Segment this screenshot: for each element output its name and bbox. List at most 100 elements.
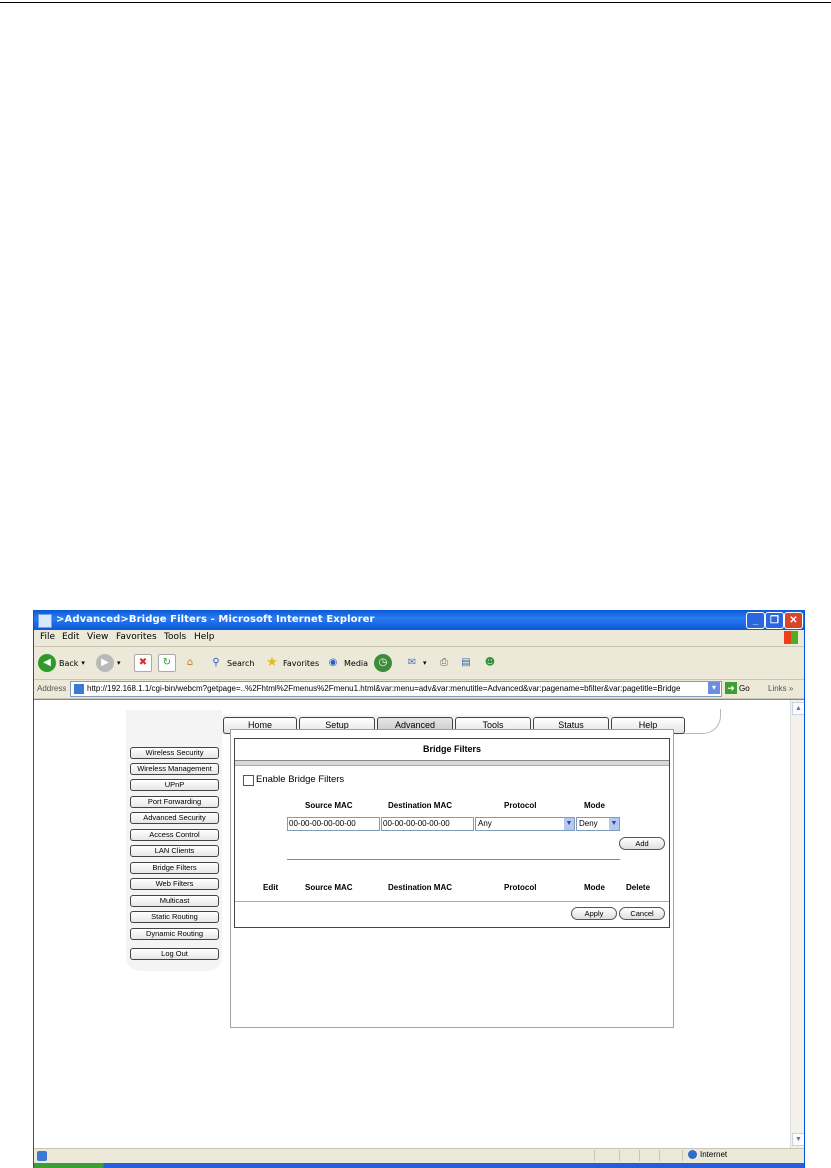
- header-destination-mac: Destination MAC: [388, 801, 452, 810]
- menu-favorites[interactable]: Favorites: [116, 632, 157, 642]
- security-zone: Internet: [688, 1150, 727, 1159]
- address-dropdown-icon[interactable]: ▾: [708, 682, 720, 694]
- edit-page-icon: ▤: [461, 657, 471, 668]
- media-button[interactable]: ◉ Media: [325, 653, 368, 673]
- address-url: http://192.168.1.1/cgi-bin/webcm?getpage…: [87, 684, 681, 693]
- status-segment: [619, 1150, 620, 1161]
- destination-mac-input[interactable]: 00-00-00-00-00-00: [381, 817, 474, 831]
- sidebar-item-static-routing[interactable]: Static Routing: [130, 911, 219, 923]
- edit-button[interactable]: ▤: [458, 653, 474, 673]
- search-label: Search: [227, 658, 255, 668]
- back-arrow-icon: ◀: [38, 654, 56, 672]
- back-dropdown-icon: ▾: [81, 659, 85, 667]
- messenger-button[interactable]: ☻: [482, 653, 498, 673]
- scroll-up-icon[interactable]: ▲: [792, 702, 804, 715]
- zone-label: Internet: [700, 1150, 728, 1159]
- sidebar-item-upnp[interactable]: UPnP: [130, 779, 219, 791]
- windows-logo-icon: [784, 631, 798, 644]
- vertical-scrollbar[interactable]: ▲ ▼: [790, 700, 804, 1149]
- list-header-mode: Mode: [584, 883, 605, 892]
- close-button[interactable]: ✕: [784, 612, 803, 629]
- main-frame: Bridge Filters Enable Bridge Filters Sou…: [230, 729, 674, 1028]
- source-mac-input[interactable]: 00-00-00-00-00-00: [287, 817, 380, 831]
- mail-icon: ✉: [407, 657, 417, 668]
- menu-view[interactable]: View: [87, 632, 108, 642]
- menu-file[interactable]: File: [40, 632, 55, 642]
- panel-title: Bridge Filters: [235, 739, 669, 761]
- status-bar: Internet: [34, 1148, 804, 1163]
- address-input[interactable]: http://192.168.1.1/cgi-bin/webcm?getpage…: [70, 681, 722, 697]
- apply-button[interactable]: Apply: [571, 907, 617, 920]
- messenger-icon: ☻: [484, 657, 496, 668]
- go-button[interactable]: ➜ Go: [725, 682, 750, 694]
- minimize-button[interactable]: _: [746, 612, 765, 629]
- mode-value: Deny: [579, 819, 598, 828]
- sidebar-item-advanced-security[interactable]: Advanced Security: [130, 812, 219, 824]
- go-label: Go: [739, 683, 750, 693]
- page-content: Home Setup Advanced Tools Status Help Wi…: [34, 699, 804, 1149]
- search-button[interactable]: ⚲ Search: [208, 653, 254, 673]
- nav-decoration: [680, 709, 721, 734]
- home-icon: ⌂: [186, 657, 194, 668]
- sidebar-item-log-out[interactable]: Log Out: [130, 948, 219, 960]
- title-bar: >Advanced>Bridge Filters - Microsoft Int…: [34, 610, 804, 630]
- status-segment: [639, 1150, 640, 1161]
- internet-globe-icon: [688, 1150, 697, 1159]
- toolbar: ◀ Back ▾ ▶ ▾ ✖ ↻ ⌂ ⚲ Search ★ Favorites …: [34, 647, 804, 680]
- page-icon: [74, 684, 84, 694]
- menu-edit[interactable]: Edit: [62, 632, 79, 642]
- status-segment: [659, 1150, 660, 1161]
- menu-bar: File Edit View Favorites Tools Help: [34, 630, 804, 647]
- go-arrow-icon: ➜: [725, 682, 737, 694]
- links-label: Links: [768, 684, 787, 693]
- media-icon: ◉: [328, 657, 338, 668]
- refresh-icon: ↻: [158, 654, 176, 672]
- refresh-button[interactable]: ↻: [158, 653, 176, 673]
- forward-button[interactable]: ▶ ▾: [96, 653, 121, 673]
- stop-button[interactable]: ✖: [134, 653, 152, 673]
- history-button[interactable]: ◷: [374, 653, 392, 673]
- sidebar-item-access-control[interactable]: Access Control: [130, 829, 219, 841]
- sidebar-item-wireless-security[interactable]: Wireless Security: [130, 747, 219, 759]
- print-button[interactable]: ⎙: [436, 653, 452, 673]
- sidebar-item-web-filters[interactable]: Web Filters: [130, 878, 219, 890]
- restore-button[interactable]: ❐: [765, 612, 784, 629]
- sidebar-item-wireless-management[interactable]: Wireless Management: [130, 763, 219, 775]
- protocol-value: Any: [478, 819, 492, 828]
- menu-tools[interactable]: Tools: [164, 632, 186, 642]
- sidebar-item-lan-clients[interactable]: LAN Clients: [130, 845, 219, 857]
- cancel-button[interactable]: Cancel: [619, 907, 665, 920]
- address-bar: Address http://192.168.1.1/cgi-bin/webcm…: [34, 680, 804, 699]
- scroll-down-icon[interactable]: ▼: [792, 1133, 804, 1146]
- sidebar-item-multicast[interactable]: Multicast: [130, 895, 219, 907]
- menu-help[interactable]: Help: [194, 632, 215, 642]
- favorites-star-icon: ★: [266, 655, 278, 670]
- back-button[interactable]: ◀ Back ▾: [38, 653, 85, 673]
- media-label: Media: [344, 658, 369, 668]
- mail-button[interactable]: ✉ ▾: [404, 653, 427, 673]
- home-button[interactable]: ⌂: [182, 653, 198, 673]
- list-header-protocol: Protocol: [504, 883, 537, 892]
- links-button[interactable]: Links »: [768, 684, 793, 693]
- enable-bridge-filters-checkbox[interactable]: [243, 775, 254, 786]
- sidebar-item-dynamic-routing[interactable]: Dynamic Routing: [130, 928, 219, 940]
- forward-arrow-icon: ▶: [96, 654, 114, 672]
- header-mode: Mode: [584, 801, 605, 810]
- list-header-destination-mac: Destination MAC: [388, 883, 452, 892]
- add-button[interactable]: Add: [619, 837, 665, 850]
- favorites-button[interactable]: ★ Favorites: [264, 653, 319, 673]
- address-label: Address: [37, 684, 67, 693]
- window-title: >Advanced>Bridge Filters - Microsoft Int…: [56, 614, 375, 625]
- forward-dropdown-icon: ▾: [117, 659, 121, 667]
- protocol-select[interactable]: Any ▼: [475, 817, 575, 831]
- sidebar-item-bridge-filters[interactable]: Bridge Filters: [130, 862, 219, 874]
- header-source-mac: Source MAC: [305, 801, 353, 810]
- status-segment: [682, 1150, 683, 1161]
- sidebar-item-port-forwarding[interactable]: Port Forwarding: [130, 796, 219, 808]
- back-label: Back: [59, 658, 79, 668]
- stop-icon: ✖: [134, 654, 152, 672]
- status-segment: [594, 1150, 595, 1161]
- protocol-dropdown-icon: ▼: [564, 818, 574, 830]
- mode-select[interactable]: Deny ▼: [576, 817, 620, 831]
- header-protocol: Protocol: [504, 801, 537, 810]
